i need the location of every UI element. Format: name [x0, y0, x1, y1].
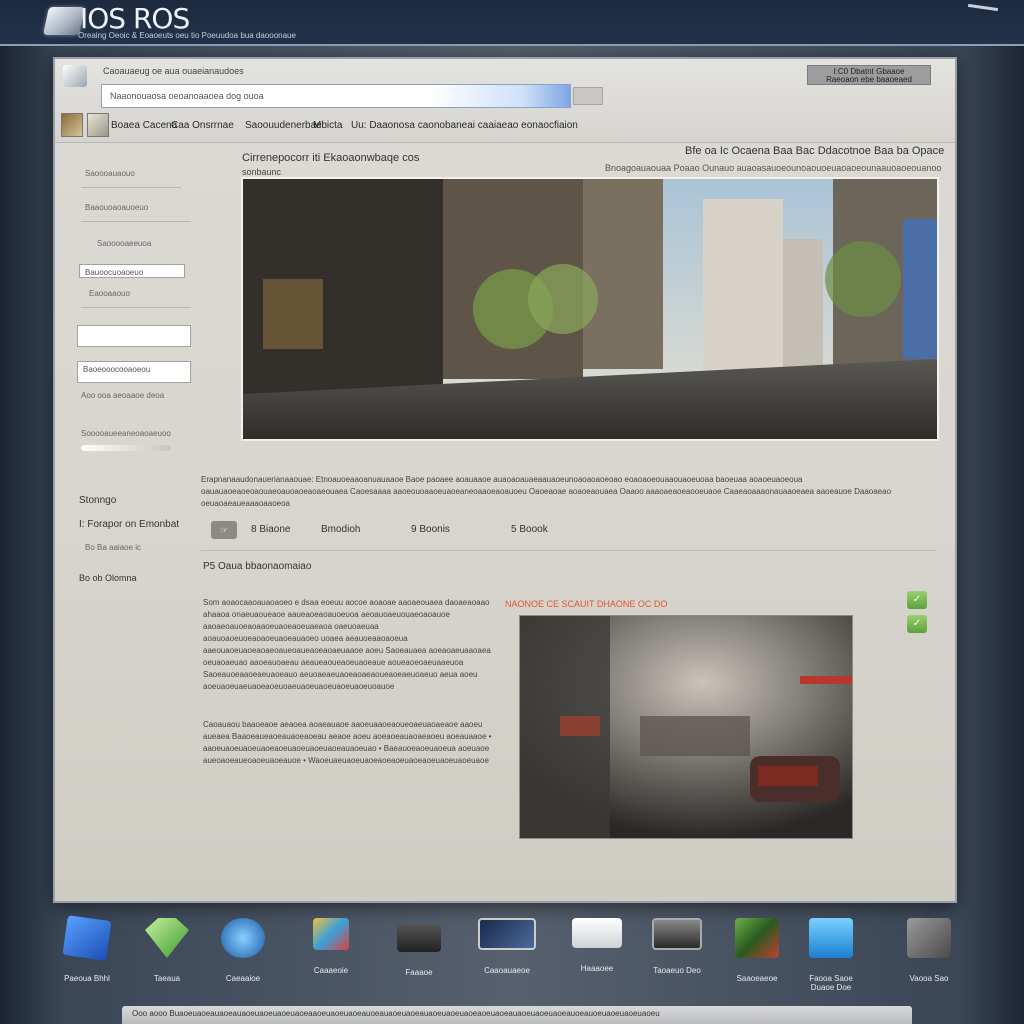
sidebar-item[interactable]: Eaooaaouo [89, 289, 130, 298]
sidebar-heading[interactable]: Bo ob Olomna [79, 573, 137, 583]
image-icon [735, 918, 779, 958]
folder-icon[interactable] [61, 113, 83, 137]
window-control-icon[interactable] [967, 3, 999, 12]
city-street-illustration [243, 179, 937, 439]
wreckage-image[interactable] [519, 615, 853, 839]
check-icon[interactable]: ✓ [907, 615, 927, 633]
nav-item-4[interactable]: Mbicta [313, 120, 342, 131]
image-caption: NAONOE CE SCAUIT DHAONE OC DO [505, 599, 668, 609]
dock-label: Caaaeoie [313, 966, 349, 975]
dock-item[interactable]: Haaaoee [562, 918, 632, 973]
dock-label: Vaooa Sao [909, 974, 949, 983]
dock-label: Taoaeuo Deo [653, 966, 701, 975]
nav-item-5[interactable]: Uu: Daaonosa caonobaneai caaiaeao eonaoc… [351, 120, 578, 131]
info-box-text: I:C0 Dbatnt Gbaaoe Raeoaon ebe baaoeaed [826, 67, 912, 84]
dock-label: Caaoauaeoe [484, 966, 530, 975]
dock-label: Paeoua Bhhl [64, 974, 110, 983]
description: Erapnanaaudonauerianaaouae: Etnoauoeaaoa… [201, 475, 892, 508]
dock-item[interactable]: Caaoauaeoe [472, 918, 542, 975]
sidebar-heading: Stonngo [79, 495, 117, 506]
nav-item-2[interactable]: Caa Onsrrnae [171, 120, 234, 131]
divider [81, 187, 181, 188]
browser-window: Caoauaeug oe aua ouaeianaudoes Naaonouao… [53, 57, 957, 903]
nav-item-3[interactable]: Saoouudenerbae [245, 120, 322, 131]
dock-item[interactable]: Faooa Saoe Duaoe Doe [796, 918, 866, 992]
dock-item[interactable]: Caeaaioe [208, 918, 278, 983]
hero-subtitle: sonbaunc [242, 167, 282, 177]
back-icon[interactable] [63, 65, 87, 87]
hero-meta-sub: Bnoagoauaouaa Poaao Ounauo auaoasauoeoun… [605, 163, 942, 173]
dock-label: Taeaua [153, 974, 181, 983]
globe-icon [221, 918, 265, 958]
monitor-icon [478, 918, 536, 950]
dock-item[interactable]: Saaoeaeoe [722, 918, 792, 983]
dock-item[interactable]: Paeoua Bhhl [52, 915, 122, 983]
divider [81, 307, 191, 308]
status-bar: Ooo aooo Buaoeuaoeauaoeauaoeuaoeuaoeuaoe… [122, 1006, 912, 1024]
hero-meta: Bfe oa Ic Ocaena Baa Bac Ddacotnoe Baa b… [685, 145, 945, 157]
search-button[interactable] [573, 87, 603, 105]
sidebar-item[interactable]: Bo Ba aaiaoe ic [85, 543, 141, 552]
card-icon [572, 918, 622, 948]
sidebar-heading[interactable]: I: Forapor on Emonbat [79, 519, 179, 530]
window-header: Caoauaeug oe aua ouaeianaudoes Naaonouao… [55, 59, 955, 143]
city-street-image[interactable] [241, 177, 939, 441]
dock: Paeoua Bhhl Taeaua Caeaaioe Caaaeoie Faa… [0, 915, 1024, 998]
screen-icon [652, 918, 702, 950]
hand-icon[interactable]: ☞ [211, 521, 237, 539]
check-icon[interactable]: ✓ [907, 591, 927, 609]
section-divider [201, 550, 937, 551]
shares-count[interactable]: 9 Boonis [411, 524, 450, 535]
wreckage-illustration [520, 616, 852, 838]
sidebar-input[interactable] [77, 325, 191, 347]
rating-count[interactable]: 5 Boook [511, 524, 548, 535]
dock-label: Saaoeaeoe [736, 974, 778, 983]
dock-label: Haaaoee [580, 964, 614, 973]
stats-row: ☞ 8 Biaone Bmodioh 9 Boonis 5 Boook [211, 519, 931, 543]
sidebar-item[interactable]: Saoooauaouo [85, 169, 135, 178]
address-label: Caoauaeug oe aua ouaeianaudoes [103, 66, 244, 76]
tools-icon [907, 918, 951, 958]
download-icon [145, 918, 189, 958]
top-bar: IOS ROS Oreaing Oeoic & Eoaoeuts oeu tio… [0, 0, 1024, 46]
dock-label: Faooa Saoe Duaoe Doe [809, 974, 853, 992]
section-title: P5 Oaua bbaonaomaiao [203, 561, 312, 572]
dock-item[interactable]: Vaooa Sao [894, 918, 964, 983]
dock-item[interactable]: Taeaua [132, 918, 202, 983]
dock-label: Faaaoe [405, 968, 433, 977]
slider-label: Sooooaueeaneoaoaeuoo [81, 429, 171, 438]
folder-icon [809, 918, 853, 958]
search-input[interactable]: Naaonouaosa oeoanoaaoea dog ouoa [101, 84, 571, 108]
sidebar-item[interactable]: Aoo ooa aeoaaoe deoa [81, 391, 164, 400]
views-count[interactable]: Bmodioh [321, 524, 360, 535]
device-icon [397, 924, 441, 952]
notebook-icon [62, 915, 112, 961]
section-list: Caoauaou baaoeaoe aeaoea aoaeauaoe aaoeu… [203, 720, 492, 765]
nav-bar: Boaea Cacena Caa Onsrrnae Saoouudenerbae… [59, 111, 949, 137]
sidebar-item[interactable]: Saooooaeeuoa [97, 239, 151, 248]
info-box[interactable]: I:C0 Dbatnt Gbaaoe Raeoaon ebe baaoeaed [807, 65, 931, 85]
hero-title: Cirrenepocorr iti Ekaoaonwbaqe cos [242, 152, 420, 164]
dock-label: Caeaaioe [225, 974, 261, 983]
page-icon[interactable] [87, 113, 109, 137]
dock-item[interactable]: Faaaoe [384, 918, 454, 977]
paint-icon [313, 918, 349, 950]
sidebar-input[interactable]: Baoeooocooaoeou [77, 361, 191, 383]
sidebar-item[interactable]: Baaouoaoauoeuo [85, 203, 148, 212]
section-body: Som aoaocaaoauaoaoeo e dsaa eoeuu aocoe … [203, 598, 491, 691]
nav-item-1[interactable]: Boaea Cacena [111, 120, 177, 131]
sidebar-input[interactable]: Bauoocuoaoeuo [79, 264, 185, 278]
dock-item[interactable]: Taoaeuo Deo [642, 918, 712, 975]
dock-item[interactable]: Caaaeoie [296, 918, 366, 975]
divider [81, 221, 191, 222]
logo-subtitle: Oreaing Oeoic & Eoaoeuts oeu tio Poeuudo… [78, 31, 296, 40]
likes-count[interactable]: 8 Biaone [251, 524, 290, 535]
slider[interactable] [81, 445, 171, 451]
